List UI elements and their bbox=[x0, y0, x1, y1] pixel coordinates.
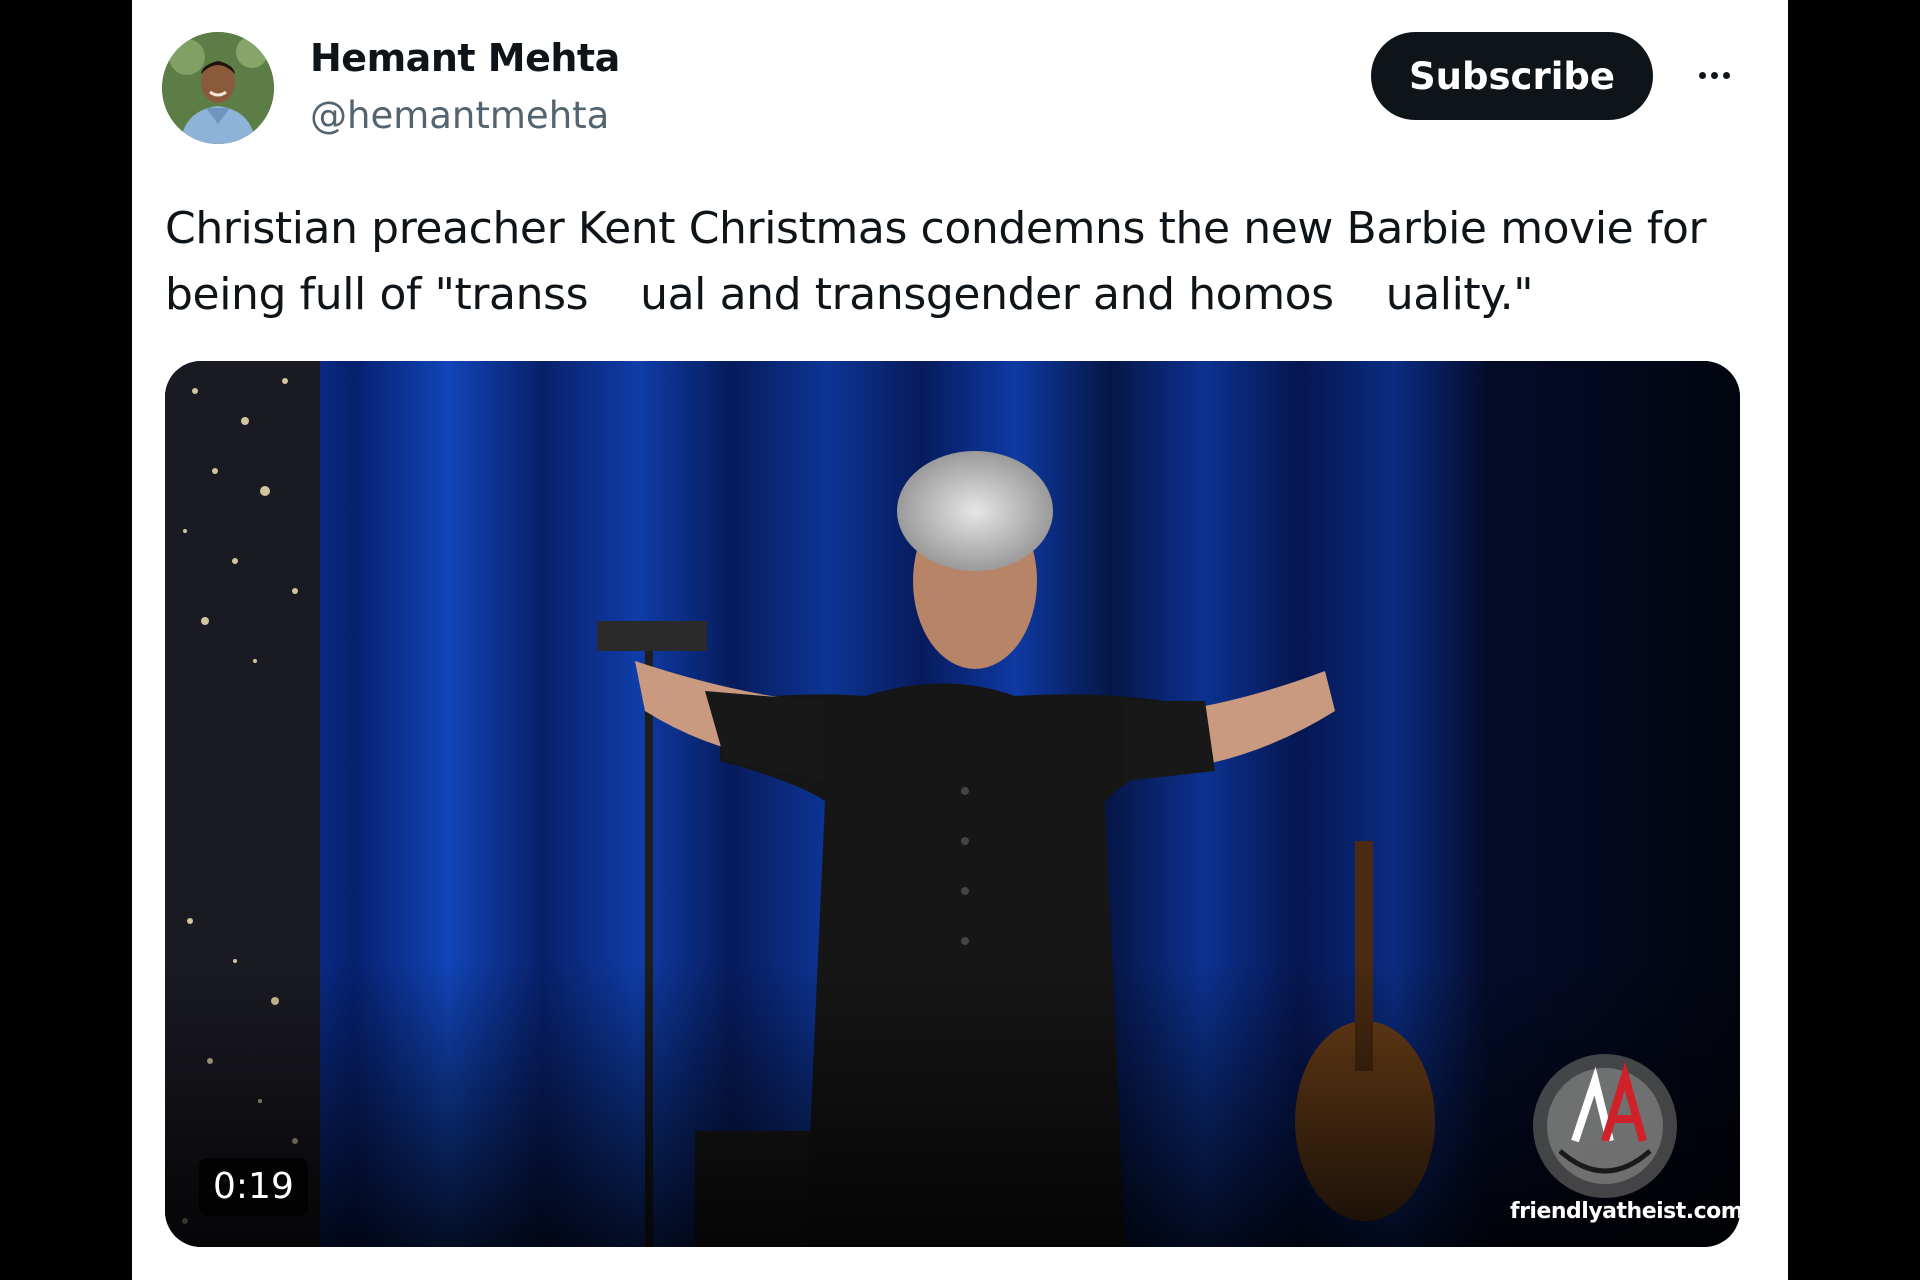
video-frame bbox=[165, 361, 1740, 1247]
video-duration-badge: 0:19 bbox=[199, 1158, 308, 1216]
tweet-text-segment: uality." bbox=[1385, 269, 1534, 320]
tweet-text: Christian preacher Kent Christmas condem… bbox=[165, 196, 1755, 328]
subscribe-button[interactable]: Subscribe bbox=[1371, 32, 1653, 120]
ellipsis-icon bbox=[1722, 71, 1730, 79]
video-player[interactable]: 0:19 friendlyatheist.com bbox=[165, 361, 1740, 1247]
tweet-text-line-1: Christian preacher Kent Christmas condem… bbox=[165, 203, 1707, 254]
tweet-card: Hemant Mehta @hemantmehta Subscribe Chri… bbox=[132, 0, 1788, 1280]
ellipsis-icon bbox=[1710, 71, 1718, 79]
tweet-text-line-2: being full of "transs ual and transgender… bbox=[165, 262, 1755, 328]
ellipsis-icon bbox=[1698, 71, 1706, 79]
author-display-name[interactable]: Hemant Mehta bbox=[310, 36, 620, 80]
watermark-text: friendlyatheist.com bbox=[1510, 1199, 1740, 1224]
tweet-text-segment: ual and transgender and homos bbox=[640, 269, 1334, 320]
more-options-button[interactable] bbox=[1688, 55, 1740, 95]
tweet-text-segment: being full of "transs bbox=[165, 269, 589, 320]
profile-photo-icon bbox=[162, 32, 274, 144]
author-handle[interactable]: @hemantmehta bbox=[310, 94, 609, 137]
author-avatar[interactable] bbox=[162, 32, 274, 144]
